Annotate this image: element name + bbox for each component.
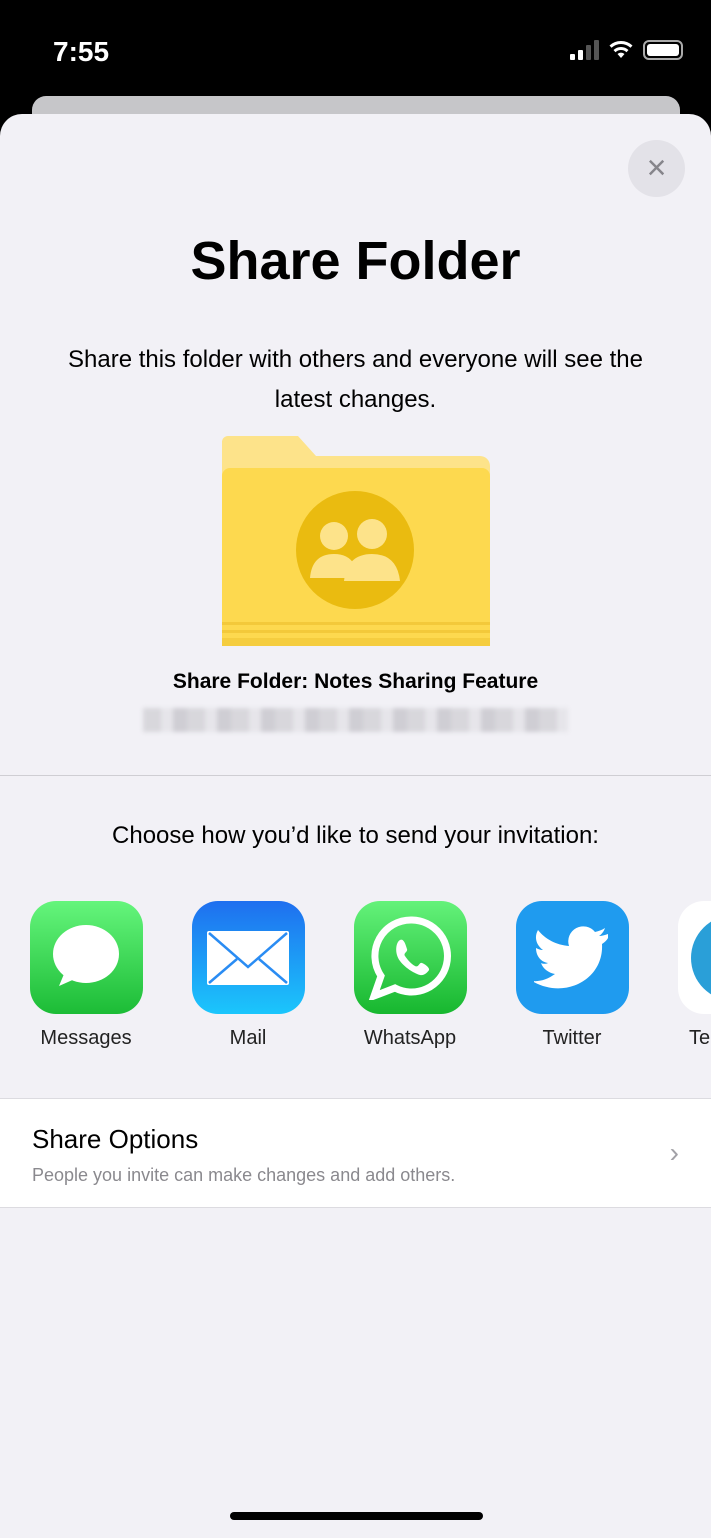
share-folder-sheet: × Share Folder Share this folder with ot… — [0, 114, 711, 1538]
app-twitter[interactable]: Twitter — [497, 901, 647, 1050]
share-options-row[interactable]: Share Options People you invite can make… — [0, 1098, 711, 1208]
wifi-icon — [609, 41, 633, 58]
close-button[interactable]: × — [628, 140, 685, 197]
cellular-signal-icon — [570, 40, 599, 60]
telegram-icon[interactable] — [677, 901, 711, 1014]
description: Share this folder with others and everyo… — [68, 346, 643, 413]
folder-name: Share Folder: Notes Sharing Feature — [172, 670, 539, 693]
clock: 7:55 — [53, 36, 110, 67]
app-mail[interactable]: Mail — [173, 901, 323, 1050]
divider — [0, 775, 711, 776]
share-options-title: Share Options — [32, 1124, 199, 1154]
app-telegram[interactable]: Te — [659, 901, 711, 1050]
messages-icon[interactable] — [29, 901, 143, 1014]
shared-folder-icon — [222, 436, 490, 646]
app-messages[interactable]: Messages — [11, 901, 161, 1050]
app-whatsapp[interactable]: WhatsApp — [335, 901, 485, 1050]
status-bar: 7:55 — [0, 0, 711, 96]
chevron-right-icon: › — [669, 1137, 679, 1168]
page-title: Share Folder — [190, 231, 521, 291]
share-apps-row: Messages Mail WhatsApp Twitter Te — [0, 901, 711, 1051]
redacted-owner-text — [143, 708, 568, 732]
mail-icon[interactable] — [191, 901, 305, 1014]
choose-method-label: Choose how you’d like to send your invit… — [112, 822, 599, 849]
battery-icon — [643, 40, 683, 60]
share-options-subtitle: People you invite can make changes and a… — [32, 1165, 456, 1185]
twitter-icon[interactable] — [515, 901, 629, 1014]
home-indicator — [230, 1512, 483, 1520]
whatsapp-icon[interactable] — [353, 901, 467, 1014]
